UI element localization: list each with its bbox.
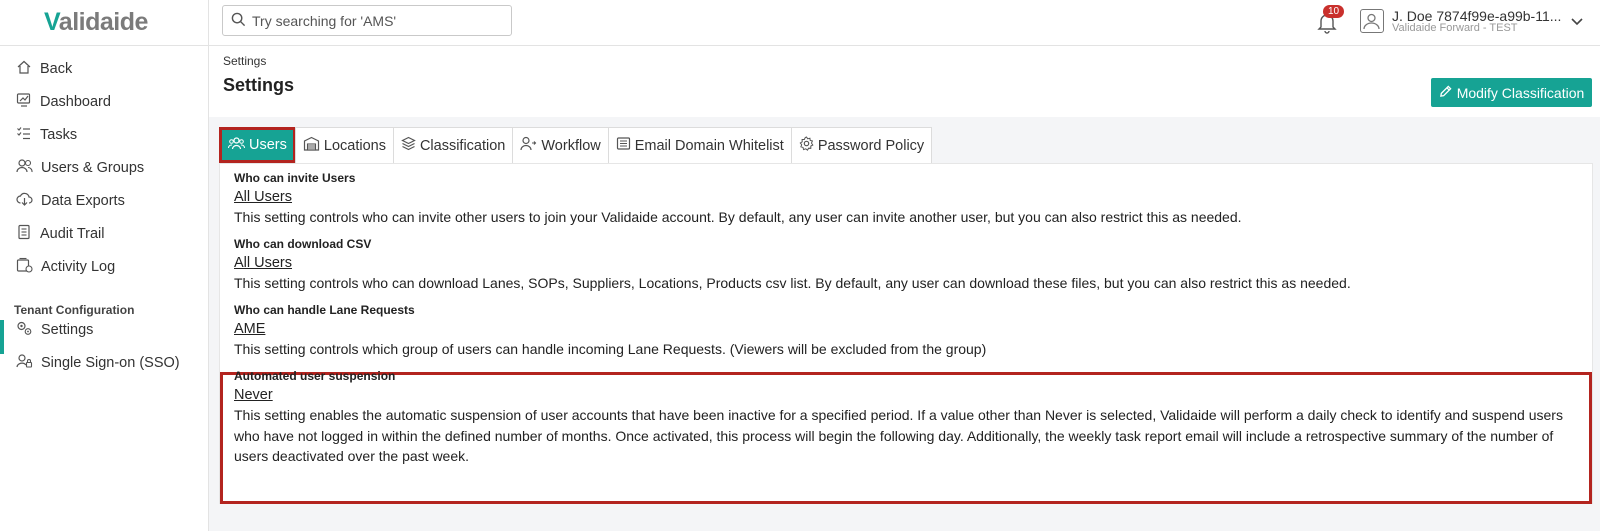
avatar[interactable] [1360, 9, 1384, 33]
sidebar-item-users-groups[interactable]: Users & Groups [16, 156, 144, 180]
sidebar: Back Dashboard Tasks Users & Groups Data… [0, 46, 208, 531]
sso-icon [16, 353, 41, 373]
setting-download-csv: Who can download CSV All Users This sett… [234, 237, 1579, 294]
gear-icon [799, 136, 818, 155]
tab-email-domain-whitelist[interactable]: Email Domain Whitelist [607, 127, 792, 163]
list-icon [616, 136, 635, 155]
tab-workflow[interactable]: Workflow [512, 127, 609, 163]
search-icon [231, 12, 246, 30]
setting-title: Who can handle Lane Requests [234, 303, 415, 317]
tab-password-policy[interactable]: Password Policy [790, 127, 933, 163]
dashboard-icon [16, 92, 40, 112]
search-input[interactable] [252, 12, 502, 29]
setting-description: This setting controls who can invite oth… [234, 209, 1242, 225]
validaide-logo[interactable]: Validaide [44, 8, 148, 37]
top-bar: Validaide 10 J. Doe 7874f99e-a99b-11... … [0, 0, 1600, 46]
notification-badge: 10 [1323, 5, 1345, 18]
setting-invite-users: Who can invite Users All Users This sett… [234, 171, 1579, 228]
settings-icon [16, 320, 41, 340]
users-icon [16, 158, 41, 178]
search-box[interactable] [222, 5, 512, 36]
user-org: Validaide Forward - TEST [1392, 22, 1518, 34]
setting-value-link[interactable]: Never [234, 387, 273, 403]
setting-title: Automated user suspension [234, 369, 396, 383]
tab-classification[interactable]: Classification [392, 127, 514, 163]
setting-value-link[interactable]: AME [234, 321, 265, 337]
setting-title: Who can download CSV [234, 237, 372, 251]
activity-icon [16, 257, 41, 277]
sidebar-item-audit-trail[interactable]: Audit Trail [16, 222, 104, 246]
sidebar-section-title: Tenant Configuration [14, 303, 135, 317]
sidebar-item-data-exports[interactable]: Data Exports [16, 189, 125, 213]
tab-users[interactable]: Users [219, 127, 296, 163]
setting-lane-requests: Who can handle Lane Requests AME This se… [234, 303, 1579, 360]
setting-title: Who can invite Users [234, 171, 356, 185]
chevron-down-icon[interactable] [1571, 14, 1583, 30]
page-header [209, 47, 1600, 117]
setting-description: This setting controls which group of use… [234, 341, 987, 357]
modify-classification-button[interactable]: Modify Classification [1431, 78, 1592, 107]
cloud-download-icon [16, 191, 41, 211]
home-icon [16, 59, 40, 79]
breadcrumb[interactable]: Settings [223, 54, 266, 68]
setting-value-link[interactable]: All Users [234, 255, 292, 271]
sidebar-item-back[interactable]: Back [16, 57, 72, 81]
page-title: Settings [223, 75, 295, 95]
building-icon [303, 136, 324, 155]
audit-icon [16, 224, 40, 244]
pencil-icon [1439, 84, 1452, 101]
sidebar-item-sso[interactable]: Single Sign-on (SSO) [16, 351, 180, 375]
sidebar-item-dashboard[interactable]: Dashboard [16, 90, 111, 114]
layers-icon [401, 136, 420, 155]
setting-description: This setting controls who can download L… [234, 275, 1351, 291]
user-flow-icon [520, 136, 541, 155]
setting-user-suspension: Automated user suspension Never This set… [234, 369, 1579, 467]
sidebar-item-tasks[interactable]: Tasks [16, 123, 77, 147]
setting-value-link[interactable]: All Users [234, 189, 292, 205]
settings-tabs: Users Locations Classification Workflow … [219, 127, 933, 163]
active-indicator [0, 320, 4, 354]
sidebar-item-settings[interactable]: Settings [16, 318, 93, 342]
setting-description: This setting enables the automatic suspe… [234, 407, 1563, 464]
tasks-icon [16, 125, 40, 145]
sidebar-item-activity-log[interactable]: Activity Log [16, 255, 115, 279]
users-icon [227, 136, 249, 155]
tab-locations[interactable]: Locations [294, 127, 394, 163]
